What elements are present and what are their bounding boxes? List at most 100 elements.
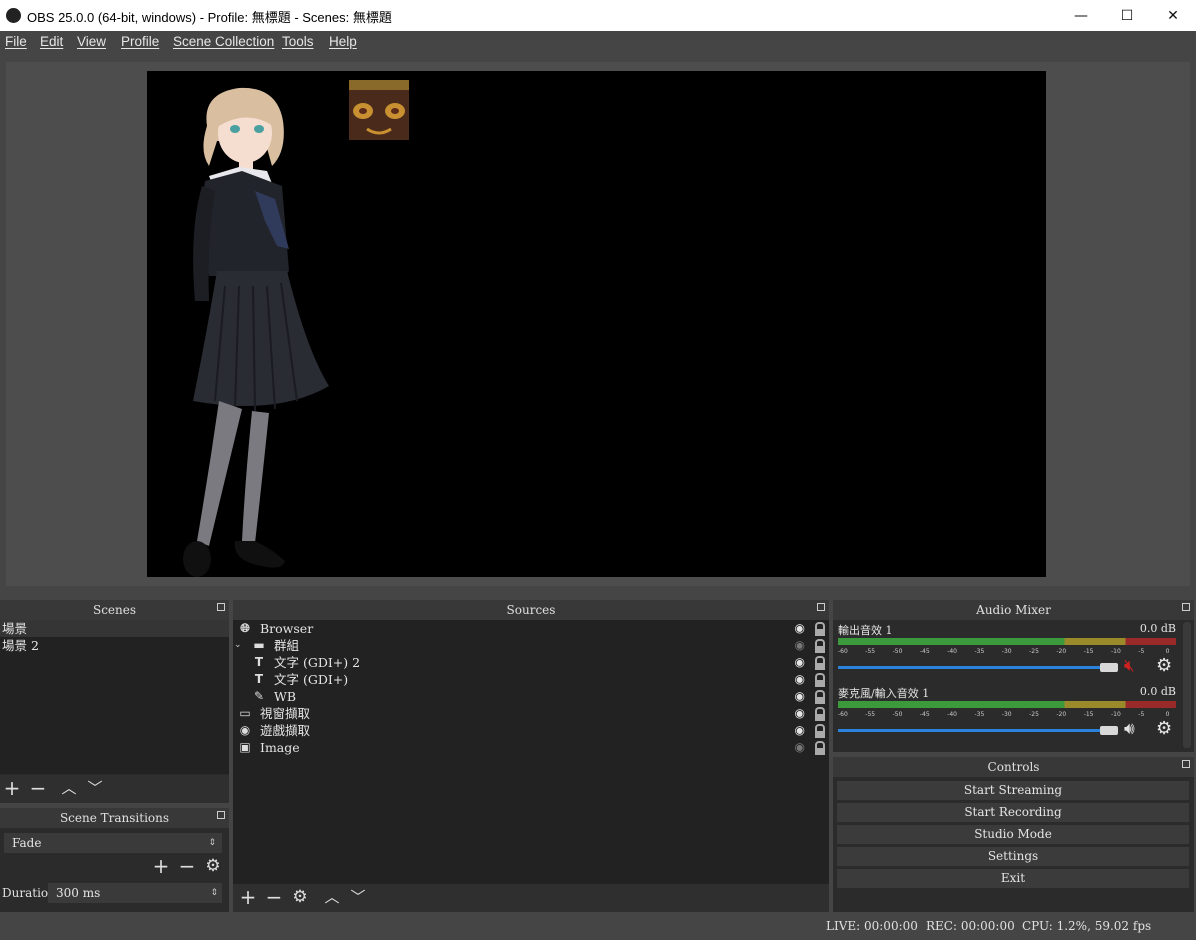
source-item[interactable]: ✎ WB ◉ [233,688,829,705]
spinner-arrows-icon[interactable]: ⇕ [210,883,218,903]
unlock-icon[interactable] [815,724,825,738]
start-streaming-button[interactable]: Start Streaming [837,781,1189,800]
sources-dock: Sources 🌐︎ Browser ◉ ⌄ ▬ 群組 ◉ T 文字 (GDI+) 2 ◉ T 文字 … [233,600,829,912]
source-item[interactable]: ▭ 視窗擷取 ◉ [233,705,829,722]
maximize-button[interactable]: ☐ [1104,0,1150,31]
preview-canvas[interactable] [147,71,1046,577]
unlock-icon[interactable] [815,639,825,653]
menu-help[interactable]: Help [329,34,357,49]
source-item[interactable]: ▣ Image ◉ [233,739,829,756]
eye-hidden-icon[interactable]: ◉ [795,739,805,756]
source-item[interactable]: 🌐︎ Browser ◉ [233,620,829,637]
move-source-down-button[interactable]: ﹀ [348,888,368,908]
scale-tick-label: -40 [947,648,957,655]
speaker-muted-icon[interactable]: 🔇︎ [1124,656,1135,676]
add-scene-button[interactable]: + [2,778,22,799]
menu-view[interactable]: View [77,34,106,49]
source-label: 遊戲擷取 [260,723,311,738]
scale-tick-label: 0 [1165,711,1170,718]
menu-tools[interactable]: Tools [282,34,314,49]
source-label: 群組 [274,638,300,653]
eye-icon[interactable]: ◉ [795,722,805,739]
unlock-icon[interactable] [815,690,825,704]
volume-slider-handle[interactable] [1100,726,1118,735]
text-icon: T [254,672,264,686]
speaker-icon[interactable]: 🔊︎ [1124,719,1135,739]
source-item[interactable]: ◉ 遊戲擷取 ◉ [233,722,829,739]
start-recording-button[interactable]: Start Recording [837,803,1189,822]
transition-select[interactable]: Fade ⇕ [4,833,222,853]
lock-body [815,714,825,721]
minimize-button[interactable]: — [1058,0,1104,31]
close-button[interactable]: ✕ [1150,0,1196,31]
scale-tick-label: -35 [974,648,985,655]
source-item[interactable]: T 文字 (GDI+) ◉ [233,671,829,688]
volume-meter [838,638,1176,645]
menu-profile[interactable]: Profile [121,34,159,49]
scale-tick-label: -45 [919,711,930,718]
scene-item[interactable]: 場景 2 [0,637,229,654]
sources-list: 🌐︎ Browser ◉ ⌄ ▬ 群組 ◉ T 文字 (GDI+) 2 ◉ T 文字 (GDI+) ◉ ✎… [233,620,829,884]
scale-tick-label: -55 [865,711,876,718]
transition-settings-gear-icon[interactable]: ⚙ [203,857,223,877]
eye-hidden-icon[interactable]: ◉ [795,637,805,654]
scale-tick-label: -15 [1083,648,1094,655]
eye-icon[interactable]: ◉ [795,688,805,705]
chevron-down-icon[interactable]: ⌄ [234,637,242,654]
add-transition-button[interactable]: + [151,856,171,877]
menu-edit[interactable]: Edit [40,34,63,49]
menu-file[interactable]: File [5,34,27,49]
source-properties-gear-icon[interactable]: ⚙ [290,888,310,908]
eye-icon[interactable]: ◉ [795,620,805,637]
studio-mode-button[interactable]: Studio Mode [837,825,1189,844]
source-label: WB [274,689,297,704]
float-dock-icon[interactable] [217,811,225,819]
scene-item[interactable]: 場景 [0,620,229,637]
scenes-title: Scenes [0,600,229,620]
float-dock-icon[interactable] [1182,760,1190,768]
volume-slider[interactable] [838,729,1110,732]
float-dock-icon[interactable] [817,603,825,611]
channel-settings-gear-icon[interactable]: ⚙ [1156,718,1172,739]
scale-tick-label: -30 [1001,711,1012,718]
eye-icon[interactable]: ◉ [795,654,805,671]
obs-logo-icon [6,8,21,23]
menu-scene-collection[interactable]: Scene Collection [173,34,274,49]
unlock-icon[interactable] [815,673,825,687]
volume-slider-handle[interactable] [1100,663,1118,672]
move-source-up-button[interactable]: ︿ [322,888,342,908]
lock-body [815,697,825,704]
eye-icon[interactable]: ◉ [795,705,805,722]
remove-transition-button[interactable]: − [177,856,197,877]
mixer-scrollbar[interactable] [1183,622,1191,748]
duration-spinbox[interactable]: 300 ms ⇕ [48,883,222,903]
remove-source-button[interactable]: − [264,887,284,908]
source-item[interactable]: ⌄ ▬ 群組 ◉ [233,637,829,654]
character-image[interactable] [147,71,1046,577]
unlock-icon[interactable] [815,707,825,721]
float-dock-icon[interactable] [217,603,225,611]
exit-button[interactable]: Exit [837,869,1189,888]
scale-tick-label: -5 [1138,711,1145,718]
scenes-list: 場景 場景 2 [0,620,229,774]
settings-button[interactable]: Settings [837,847,1189,866]
eye-icon[interactable]: ◉ [795,671,805,688]
channel-settings-gear-icon[interactable]: ⚙ [1156,655,1172,676]
source-item[interactable]: T 文字 (GDI+) 2 ◉ [233,654,829,671]
unlock-icon[interactable] [815,622,825,636]
move-scene-down-button[interactable]: ﹀ [85,779,105,799]
scene-transitions-dock: Scene Transitions Fade ⇕ + − ⚙ Duration … [0,808,229,912]
move-scene-up-button[interactable]: ︿ [59,779,79,799]
lock-body [815,646,825,653]
source-label: 文字 (GDI+) 2 [274,655,361,670]
unlock-icon[interactable] [815,741,825,755]
transition-value: Fade [12,836,42,850]
unlock-icon[interactable] [815,656,825,670]
remove-scene-button[interactable]: − [28,778,48,799]
volume-slider[interactable] [838,666,1110,669]
add-source-button[interactable]: + [238,887,258,908]
scale-tick-label: -35 [974,711,985,718]
channel-db: 0.0 dB [1139,622,1176,635]
transitions-title: Scene Transitions [0,808,229,828]
float-dock-icon[interactable] [1182,603,1190,611]
